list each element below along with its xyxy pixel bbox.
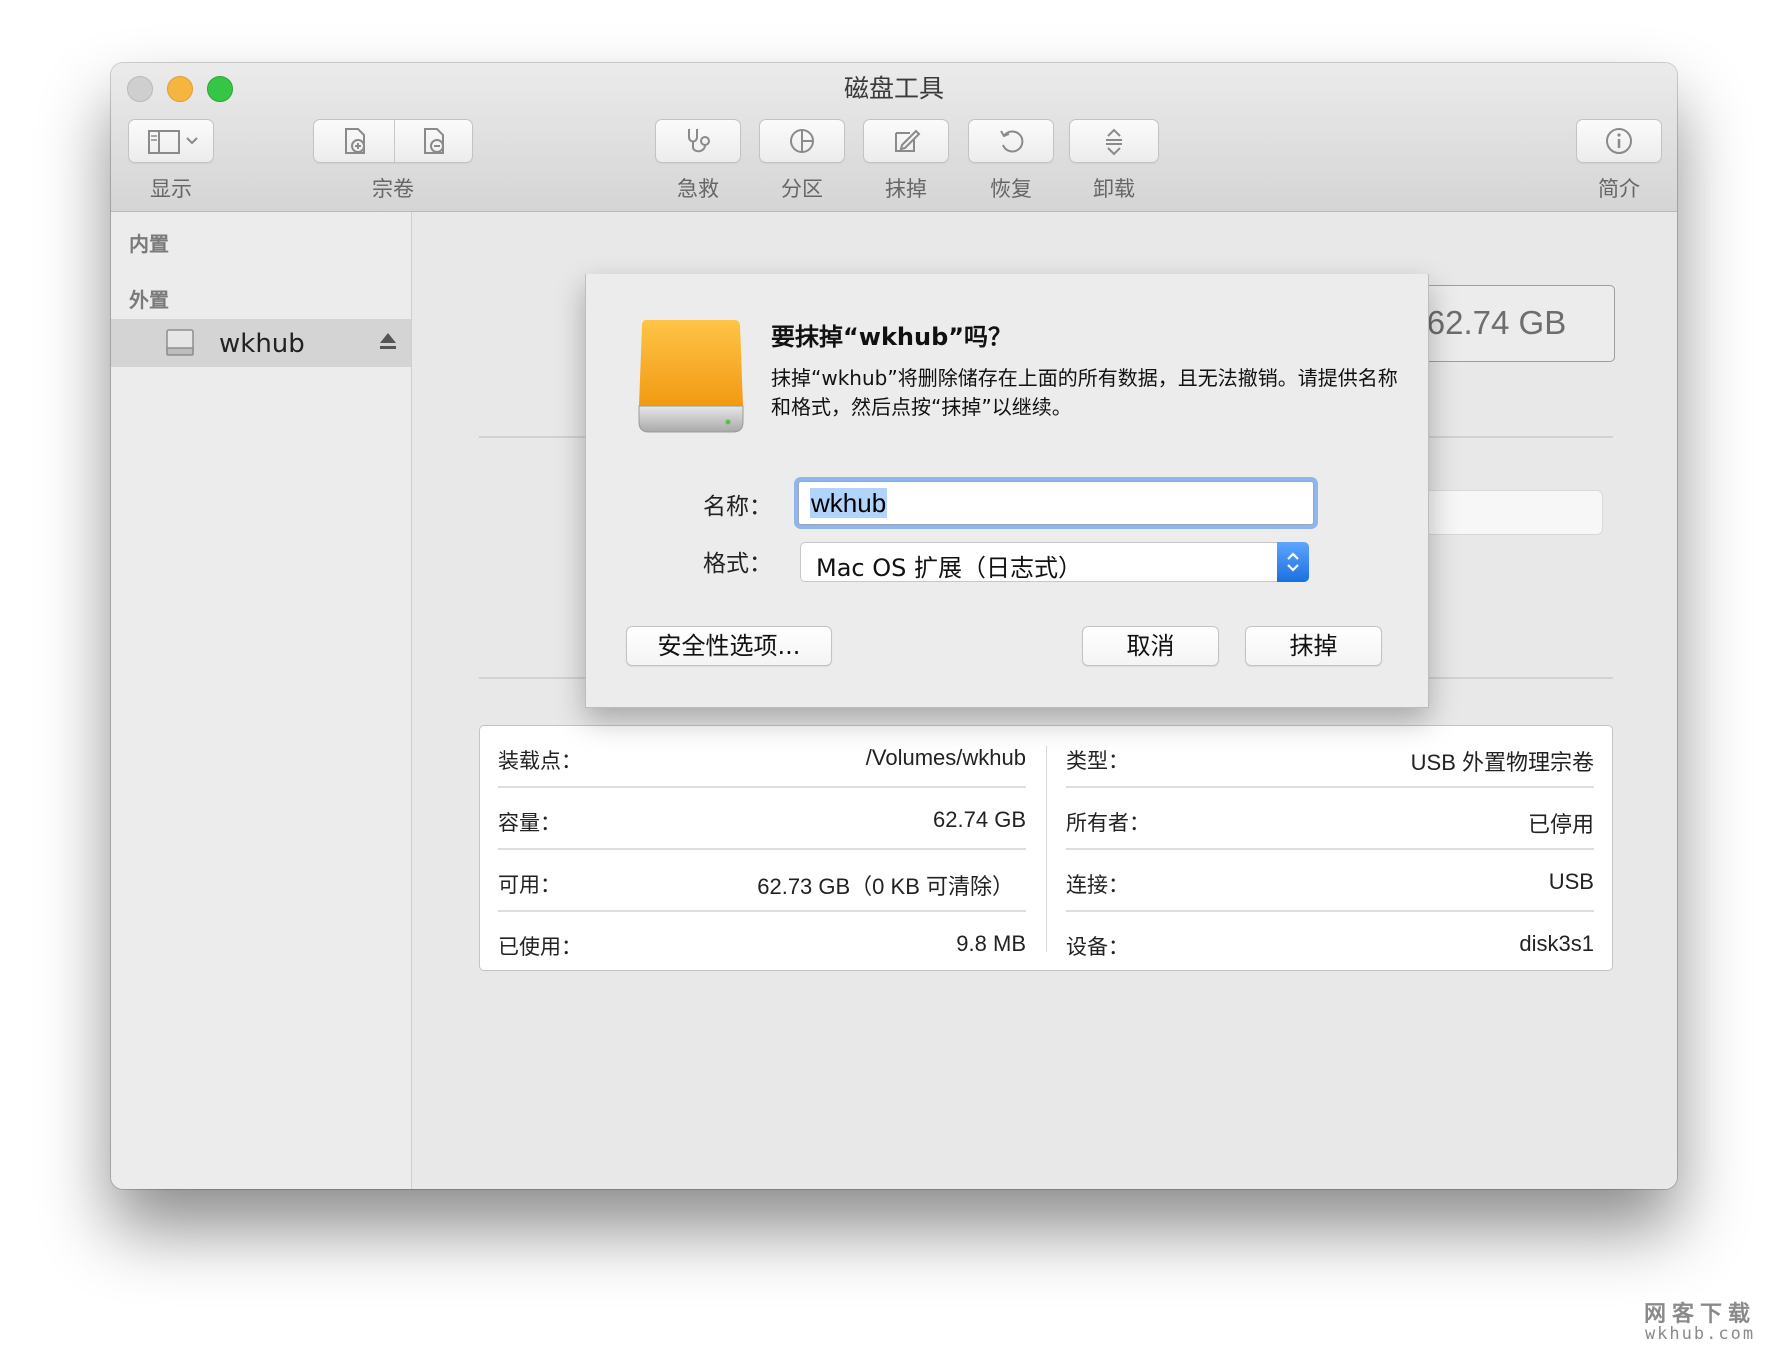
security-options-button[interactable]: 安全性选项... <box>626 626 832 666</box>
cancel-button[interactable]: 取消 <box>1082 626 1219 666</box>
view-label: 显示 <box>150 177 192 201</box>
watermark-line2: wkhub.com <box>1644 1324 1756 1344</box>
info-row: 类型： USB 外置物理宗卷 <box>1066 726 1594 788</box>
info-key: 连接： <box>1066 873 1129 897</box>
info-value: USB <box>1548 869 1594 894</box>
info-row: 连接： USB <box>1066 850 1594 912</box>
info-row: 所有者： 已停用 <box>1066 788 1594 850</box>
restore-label: 恢复 <box>990 177 1032 201</box>
info-value: /Volumes/wkhub <box>865 745 1026 770</box>
volume-label: 宗卷 <box>372 177 414 201</box>
partition-button[interactable] <box>759 119 845 163</box>
name-input-value: wkhub <box>810 488 888 518</box>
info-key: 设备： <box>1066 935 1129 959</box>
delete-volume-button[interactable] <box>393 120 472 162</box>
unmount-button[interactable] <box>1069 119 1159 163</box>
name-label: 名称： <box>703 494 772 520</box>
info-value: disk3s1 <box>1519 931 1594 956</box>
view-button[interactable] <box>128 119 214 163</box>
partition-icon <box>790 129 814 153</box>
info-column-left: 装载点： /Volumes/wkhub 容量： 62.74 GB 可用： 62.… <box>498 726 1026 970</box>
info-label: 简介 <box>1598 177 1640 201</box>
delete-volume-icon <box>423 128 444 154</box>
sidebar-icon <box>148 130 198 154</box>
info-key: 已使用： <box>498 935 582 959</box>
eject-icon[interactable] <box>379 332 397 352</box>
info-key: 类型： <box>1066 749 1129 773</box>
sidebar: 内置 外置 wkhub <box>111 212 412 1189</box>
stethoscope-icon <box>688 129 710 153</box>
info-row: 已使用： 9.8 MB <box>498 912 1026 974</box>
select-stepper[interactable] <box>1277 542 1309 582</box>
info-value: 9.8 MB <box>956 931 1026 956</box>
external-drive-icon <box>638 320 744 433</box>
info-icon <box>1606 128 1632 154</box>
sidebar-item-label: wkhub <box>219 329 305 359</box>
external-disk-icon <box>166 329 194 356</box>
info-key: 装载点： <box>498 749 582 773</box>
info-row: 设备： disk3s1 <box>1066 912 1594 974</box>
erase-dialog: 要抹掉“wkhub”吗？ 抹掉“wkhub”将删除储存在上面的所有数据，且无法撤… <box>585 274 1429 708</box>
info-key: 容量： <box>498 811 561 835</box>
restore-icon <box>1000 130 1024 153</box>
chevron-updown-icon <box>1287 552 1299 572</box>
column-divider <box>1046 746 1047 952</box>
erase-confirm-button[interactable]: 抹掉 <box>1245 626 1382 666</box>
erase-label: 抹掉 <box>885 177 927 201</box>
add-volume-icon <box>344 128 365 154</box>
unmount-label: 卸载 <box>1093 177 1135 201</box>
window-title: 磁盘工具 <box>843 74 944 103</box>
add-volume-button[interactable] <box>314 120 393 162</box>
name-input[interactable]: wkhub <box>798 481 1314 525</box>
info-button[interactable] <box>1576 119 1662 163</box>
erase-toolbar-button[interactable] <box>863 119 949 163</box>
firstaid-label: 急救 <box>677 177 719 201</box>
format-label: 格式： <box>703 551 772 577</box>
titlebar-toolbar: 磁盘工具 显示 宗卷 急救 分区 抹掉 恢复 卸载 简介 <box>111 63 1677 212</box>
info-key: 所有者： <box>1066 811 1150 835</box>
dialog-message: 抹掉“wkhub”将删除储存在上面的所有数据，且无法撤销。请提供名称和格式，然后… <box>771 366 1398 419</box>
info-value: 62.73 GB（0 KB 可清除） <box>757 874 1014 899</box>
sidebar-section-external: 外置 <box>129 288 169 312</box>
info-row: 容量： 62.74 GB <box>498 788 1026 850</box>
watermark: 网客下载 wkhub.com <box>1630 1296 1770 1344</box>
firstaid-button[interactable] <box>655 119 741 163</box>
info-row: 可用： 62.73 GB（0 KB 可清除） <box>498 850 1026 912</box>
sidebar-item-wkhub[interactable]: wkhub <box>111 319 411 367</box>
info-value: USB 外置物理宗卷 <box>1410 750 1594 775</box>
info-table: 装载点： /Volumes/wkhub 容量： 62.74 GB 可用： 62.… <box>479 725 1613 971</box>
sidebar-section-internal: 内置 <box>129 232 169 256</box>
volume-segmented-control[interactable] <box>313 119 473 163</box>
restore-button[interactable] <box>968 119 1054 163</box>
format-select-value: Mac OS 扩展（日志式） <box>816 554 1082 582</box>
info-key: 可用： <box>498 873 561 897</box>
erase-icon <box>895 129 921 152</box>
info-value: 已停用 <box>1527 812 1594 837</box>
info-column-right: 类型： USB 外置物理宗卷 所有者： 已停用 连接： USB 设备： disk… <box>1066 726 1594 970</box>
format-select[interactable]: Mac OS 扩展（日志式） <box>800 542 1309 582</box>
dialog-title: 要抹掉“wkhub”吗？ <box>771 323 1013 351</box>
info-value: 62.74 GB <box>933 807 1026 832</box>
disk-utility-window: 磁盘工具 显示 宗卷 急救 分区 抹掉 恢复 卸载 简介 内置 外置 wkhub… <box>111 63 1677 1189</box>
partition-label: 分区 <box>781 177 823 201</box>
info-row: 装载点： /Volumes/wkhub <box>498 726 1026 788</box>
unmount-icon <box>1106 128 1122 156</box>
